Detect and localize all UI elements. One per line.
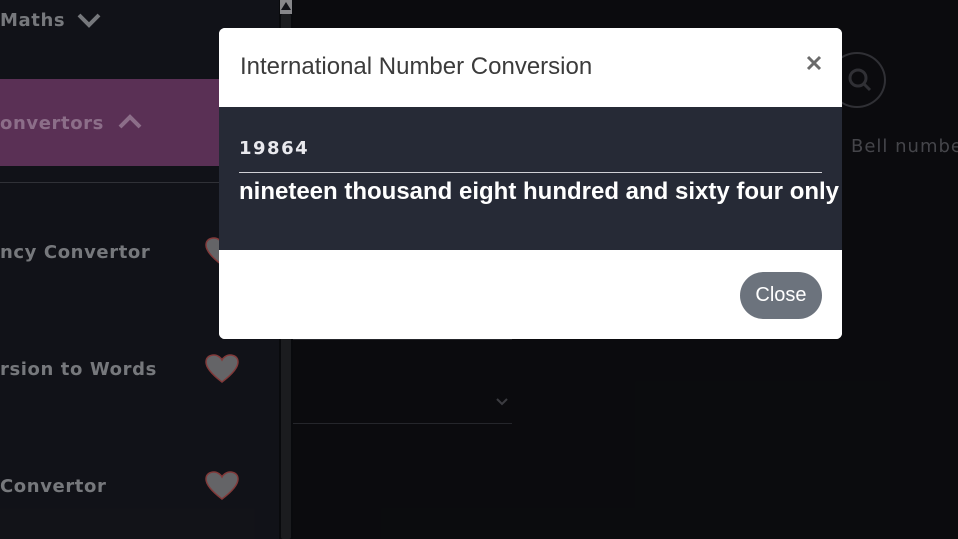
input-number: 19864 [239, 138, 310, 159]
close-button[interactable]: Close [740, 272, 822, 319]
close-icon[interactable] [803, 52, 825, 74]
result-words: nineteen thousand eight hundred and sixt… [239, 178, 840, 205]
divider [239, 172, 822, 173]
modal-title: International Number Conversion [240, 53, 593, 80]
conversion-modal: International Number Conversion 19864 ni… [219, 28, 842, 339]
modal-body: 19864 nineteen thousand eight hundred an… [219, 107, 842, 250]
modal-footer: Close [219, 250, 842, 339]
modal-header: International Number Conversion [219, 28, 842, 107]
